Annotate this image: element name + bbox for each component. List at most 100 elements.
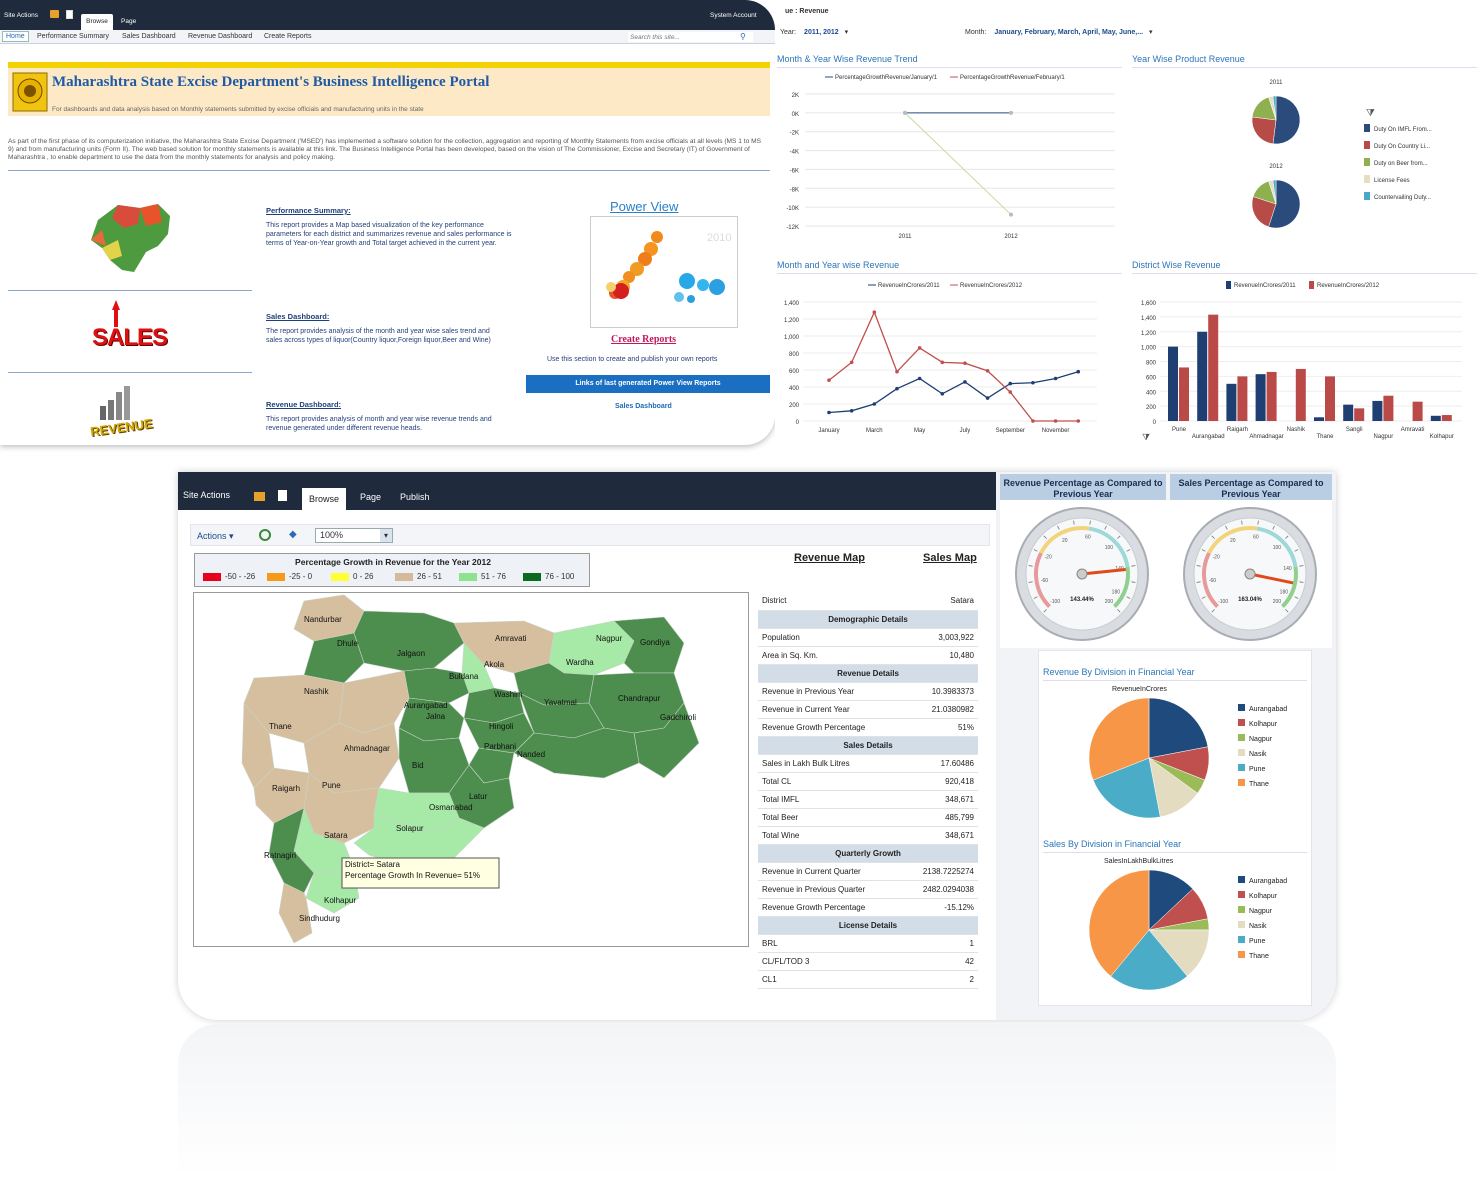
revenue-map-link[interactable]: Revenue Map bbox=[794, 552, 865, 564]
y-tick-label: 1,400 bbox=[1141, 316, 1157, 322]
legend-swatch bbox=[1364, 192, 1370, 200]
search-icon[interactable]: ⚲ bbox=[740, 32, 746, 41]
nav-performance-summary[interactable]: Performance Summary bbox=[37, 33, 109, 40]
chevron-down-icon[interactable]: ▾ bbox=[380, 529, 392, 542]
maharashtra-map-thumbnail[interactable] bbox=[88, 200, 172, 276]
tab-browse[interactable]: Browse bbox=[81, 14, 113, 30]
row-value: 42 bbox=[901, 952, 978, 971]
row-label: Area in Sq. Km. bbox=[758, 646, 902, 665]
y-tick-label: 0K bbox=[792, 112, 799, 118]
map-legend-title: Percentage Growth in Revenue for the Yea… bbox=[295, 557, 491, 567]
nav-sales-dashboard[interactable]: Sales Dashboard bbox=[122, 33, 176, 40]
tab-publish[interactable]: Publish bbox=[400, 492, 430, 502]
district-label: Jalgaon bbox=[397, 649, 425, 658]
district-label: Gadchiroli bbox=[660, 713, 696, 722]
legend-swatch bbox=[1238, 906, 1245, 913]
gauge-tick-label: 20 bbox=[1062, 538, 1068, 544]
legend-label: PercentageGrowthRevenue/February/1 bbox=[960, 75, 1065, 81]
y-tick-label: 200 bbox=[789, 403, 800, 409]
bar bbox=[1430, 415, 1441, 421]
power-view-preview[interactable]: 2010 bbox=[590, 216, 738, 328]
edit-page-icon[interactable] bbox=[66, 10, 73, 19]
district-label: Raigarh bbox=[272, 784, 300, 793]
tab-page[interactable]: Page bbox=[121, 18, 136, 25]
row-value: 920,418 bbox=[901, 772, 978, 791]
tab-browse[interactable]: Browse bbox=[302, 488, 346, 510]
legend-label: Aurangabad bbox=[1249, 706, 1287, 713]
create-reports-link[interactable]: Create Reports bbox=[611, 334, 676, 345]
row-label: Demographic Details bbox=[758, 610, 978, 629]
month-filter-value[interactable]: January, February, March, April, May, Ju… bbox=[994, 29, 1143, 36]
table-row: BRL 1 bbox=[758, 934, 978, 953]
divider bbox=[1132, 67, 1477, 68]
sales-dashboard-link[interactable]: Sales Dashboard: bbox=[266, 312, 502, 321]
back-arrow-icon[interactable]: ◆ bbox=[289, 529, 297, 540]
district-chart-title: District Wise Revenue bbox=[1132, 260, 1221, 270]
legend-label: Countervailing Duty... bbox=[1374, 195, 1431, 201]
report-description: This report provides a Map based visuali… bbox=[266, 222, 512, 247]
gauge-tick-label: 180 bbox=[1280, 589, 1289, 595]
chevron-down-icon[interactable]: ▾ bbox=[845, 29, 849, 36]
table-row: CL/FL/TOD 3 42 bbox=[758, 952, 978, 971]
year-filter[interactable]: Year: 2011, 2012 ▾ bbox=[780, 28, 848, 36]
row-label: District bbox=[758, 592, 902, 611]
site-actions-menu[interactable]: Site Actions bbox=[183, 490, 230, 500]
revenue-logo[interactable]: REVENUE bbox=[89, 384, 154, 440]
row-value: 348,671 bbox=[901, 826, 978, 845]
search-input[interactable] bbox=[628, 32, 753, 42]
site-actions-menu[interactable]: Site Actions bbox=[4, 12, 38, 19]
sales-map-link[interactable]: Sales Map bbox=[923, 552, 977, 564]
row-label: License Details bbox=[758, 916, 978, 935]
gauge-tick-label: -100 bbox=[1050, 599, 1060, 605]
revenue-percentage-gauge: -100-60-202060100140180200143.44% bbox=[1015, 507, 1149, 641]
district-region bbox=[353, 610, 465, 672]
legend-swatch bbox=[1238, 779, 1245, 786]
section-header: Demographic Details bbox=[758, 610, 978, 629]
legend-swatch bbox=[267, 572, 285, 581]
district-region bbox=[278, 882, 313, 944]
nav-create-reports[interactable]: Create Reports bbox=[264, 33, 311, 40]
district-revenue-map[interactable]: Nandurbar Dhule Jalgaon Amravati Nagpur Gondi… bbox=[193, 592, 749, 947]
district-label: Ahmadnagar bbox=[344, 744, 390, 753]
chevron-down-icon[interactable]: ▾ bbox=[1149, 29, 1153, 36]
year-filter-value[interactable]: 2011, 2012 bbox=[804, 29, 839, 36]
refresh-icon[interactable] bbox=[259, 529, 271, 541]
y-tick-label: 400 bbox=[789, 386, 800, 392]
actions-menu[interactable]: Actions ▾ bbox=[197, 531, 234, 542]
folder-icon[interactable] bbox=[254, 492, 265, 501]
month-filter[interactable]: Month: January, February, March, April, … bbox=[965, 28, 1153, 36]
nav-revenue-dashboard[interactable]: Revenue Dashboard bbox=[188, 33, 252, 40]
table-row: Population 3,003,922 bbox=[758, 628, 978, 647]
divider bbox=[8, 170, 770, 171]
performance-summary-link[interactable]: Performance Summary: bbox=[266, 206, 516, 215]
filter-icon: ⧩ bbox=[1142, 432, 1150, 442]
revenue-dashboard-link[interactable]: Revenue Dashboard: bbox=[266, 400, 502, 409]
tooltip-district: District= Satara bbox=[345, 860, 400, 869]
data-point bbox=[1076, 419, 1081, 423]
product-pie-slice bbox=[1251, 116, 1277, 145]
user-menu[interactable]: System Account bbox=[710, 12, 757, 19]
legend-swatch bbox=[1238, 704, 1245, 711]
tab-page[interactable]: Page bbox=[360, 492, 381, 502]
legend-swatch bbox=[1364, 175, 1370, 183]
data-point bbox=[849, 360, 854, 365]
folder-icon[interactable] bbox=[50, 10, 59, 18]
data-point bbox=[940, 360, 945, 365]
zoom-select[interactable]: 100% ▾ bbox=[315, 528, 393, 543]
sales-dashboard-report-link[interactable]: Sales Dashboard bbox=[615, 403, 672, 410]
data-point bbox=[1009, 212, 1013, 217]
sales-logo[interactable]: SALES bbox=[92, 300, 168, 360]
page-title: Maharashtra State Excise Department's Bu… bbox=[52, 74, 490, 90]
district-label: Hingoli bbox=[489, 722, 514, 731]
data-point bbox=[1076, 369, 1081, 374]
nav-home[interactable]: Home bbox=[2, 31, 29, 42]
gauge-tick-label: 100 bbox=[1105, 545, 1114, 551]
row-label: Population bbox=[758, 628, 902, 647]
bar bbox=[1208, 314, 1219, 421]
edit-page-icon[interactable] bbox=[278, 490, 287, 501]
x-tick-label: Sangli bbox=[1346, 427, 1363, 433]
y-tick-label: 600 bbox=[1146, 375, 1157, 381]
table-row: Revenue in Current Quarter 2138.7225274 bbox=[758, 862, 978, 881]
legend-label: 76 - 100 bbox=[545, 572, 575, 581]
power-view-link[interactable]: Power View bbox=[610, 199, 678, 214]
